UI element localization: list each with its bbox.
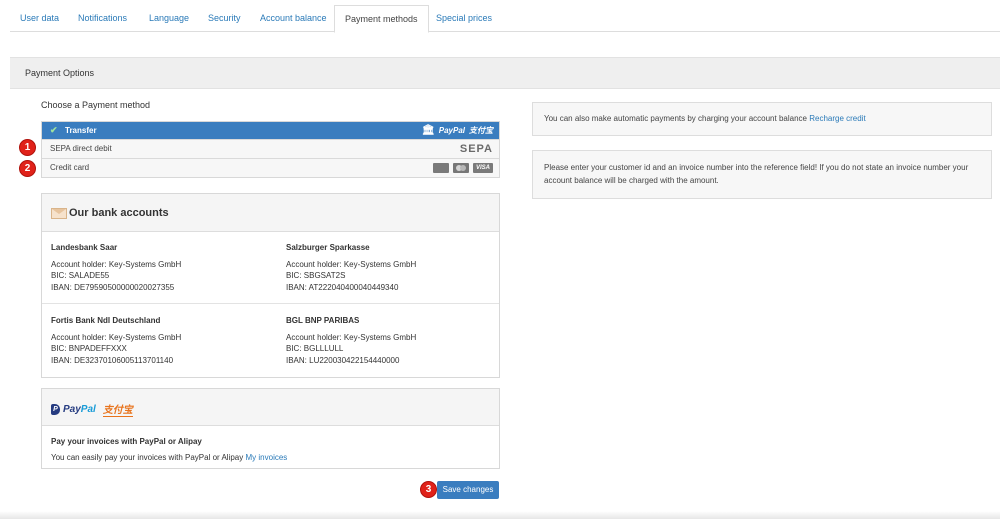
payment-option-credit-card[interactable]: Credit card VISA (42, 158, 499, 177)
paypal-alipay-text: You can easily pay your invoices with Pa… (51, 452, 244, 462)
account-holder: Account holder: Key-Systems GmbH (51, 259, 182, 269)
account-bic: BIC: BGLLLULL (286, 344, 344, 353)
bottom-edge-shadow (0, 511, 1000, 519)
step-marker-3: 3 (420, 481, 437, 498)
tab-user-data[interactable]: User data (20, 5, 59, 31)
my-invoices-link[interactable]: My invoices (246, 453, 288, 462)
envelope-icon (51, 208, 67, 219)
recharge-info-text: You can also make automatic payments by … (544, 114, 807, 123)
paypal-alipay-text-line: You can easily pay your invoices with Pa… (51, 452, 287, 464)
paypal-logo-text: PayPal (63, 403, 96, 415)
panel-title: Payment Options (25, 68, 95, 78)
paypal-alipay-panel: P PayPal 支付宝 Pay your invoices with PayP… (41, 388, 500, 469)
check-icon: ✔ (50, 125, 58, 135)
bank-name: Salzburger Sparkasse (286, 243, 370, 252)
account-bic: BIC: BNPADEFFXXX (51, 344, 127, 353)
recharge-info-box: You can also make automatic payments by … (532, 102, 992, 136)
account-holder: Account holder: Key-Systems GmbH (51, 332, 182, 342)
reference-info-text: Please enter your customer id and an inv… (544, 163, 969, 185)
reference-info-box: Please enter your customer id and an inv… (532, 150, 992, 199)
bank-account-fortis: Fortis Bank Ndl Deutschland Account hold… (51, 315, 181, 366)
account-iban: IBAN: AT222040400040449340 (286, 282, 399, 292)
bank-accounts-header: Our bank accounts (42, 194, 499, 232)
account-bic: BIC: SBGSAT2S (286, 271, 346, 280)
payment-option-label: Transfer (65, 126, 97, 135)
save-changes-button[interactable]: Save changes (437, 481, 499, 499)
choose-payment-label: Choose a Payment method (41, 100, 151, 110)
payment-option-label: SEPA direct debit (50, 144, 112, 153)
tab-security[interactable]: Security (208, 5, 241, 31)
step-marker-1: 1 (19, 139, 36, 156)
paypal-alipay-heading: Pay your invoices with PayPal or Alipay (51, 437, 202, 446)
panel-header: Payment Options (10, 57, 1000, 89)
tab-bar: User data Notifications Language Securit… (10, 5, 1000, 33)
paypal-alipay-logos: P PayPal 支付宝 (51, 401, 133, 417)
tab-special-prices[interactable]: Special prices (436, 5, 492, 31)
amex-card-icon (433, 163, 449, 173)
bank-name: Fortis Bank Ndl Deutschland (51, 316, 161, 325)
tab-payment-methods[interactable]: Payment methods (334, 5, 429, 33)
alipay-logo: 支付宝 (102, 401, 133, 417)
bank-accounts-title: Our bank accounts (69, 207, 169, 219)
account-iban: IBAN: LU220030422154440000 (286, 355, 400, 365)
account-bic: BIC: SALADE55 (51, 271, 110, 280)
paypal-alipay-header: P PayPal 支付宝 (42, 389, 499, 426)
paypal-icon: P (51, 403, 60, 415)
paypal-alipay-body: Pay your invoices with PayPal or Alipay … (51, 436, 287, 463)
bank-accounts-panel: Our bank accounts Landesbank Saar Accoun… (41, 193, 500, 378)
account-iban: IBAN: DE79590500000020027355 (51, 282, 175, 292)
recharge-credit-link[interactable]: Recharge credit (809, 114, 865, 123)
account-iban: IBAN: DE32370106005113701140 (51, 355, 174, 365)
step-marker-2: 2 (19, 160, 36, 177)
mastercard-icon (453, 163, 469, 173)
bank-account-salzburger: Salzburger Sparkasse Account holder: Key… (286, 242, 416, 293)
account-holder: Account holder: Key-Systems GmbH (286, 259, 417, 269)
payment-option-label: Credit card (50, 163, 90, 172)
bank-icon: 🏛 (422, 125, 435, 136)
alipay-logo: 支付宝 (469, 126, 493, 135)
tab-notifications[interactable]: Notifications (78, 5, 127, 31)
visa-card-icon: VISA (473, 163, 493, 173)
payment-option-transfer[interactable]: ✔ Transfer 🏛 PayPal 支付宝 (42, 122, 499, 139)
payment-method-list: ✔ Transfer 🏛 PayPal 支付宝 SEPA direct debit… (41, 121, 500, 178)
paypal-logo: PayPal (438, 126, 465, 135)
bank-account-landesbank: Landesbank Saar Account holder: Key-Syst… (51, 242, 181, 293)
bank-account-bgl: BGL BNP PARIBAS Account holder: Key-Syst… (286, 315, 416, 366)
divider (42, 303, 499, 304)
account-holder: Account holder: Key-Systems GmbH (286, 332, 417, 342)
payment-option-sepa[interactable]: SEPA direct debit SEPA (42, 139, 499, 158)
sepa-logo: SEPA (459, 143, 493, 155)
bank-name: BGL BNP PARIBAS (286, 316, 360, 325)
tab-language[interactable]: Language (149, 5, 189, 31)
tab-account-balance[interactable]: Account balance (260, 5, 327, 31)
bank-name: Landesbank Saar (51, 243, 118, 252)
recharge-info-text-line: You can also make automatic payments by … (544, 112, 866, 125)
paypal-logo: P PayPal (51, 403, 96, 415)
